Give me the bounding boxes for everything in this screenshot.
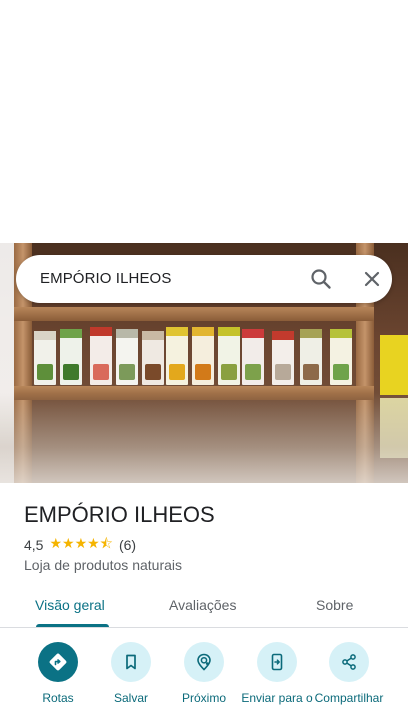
product-box xyxy=(272,331,294,385)
close-icon[interactable] xyxy=(360,267,384,291)
search-bar[interactable]: EMPÓRIO ILHEOS xyxy=(16,255,392,303)
save-label: Salvar xyxy=(113,691,148,705)
nearby-icon[interactable] xyxy=(184,642,224,682)
share-icon[interactable] xyxy=(329,642,369,682)
place-name: EMPÓRIO ILHEOS xyxy=(24,502,215,527)
product-box xyxy=(142,331,164,385)
rating-value: 4,5 xyxy=(24,537,44,553)
product-box xyxy=(330,329,352,385)
shelf-plank xyxy=(14,307,374,321)
share-button[interactable]: Compartilhar xyxy=(309,642,389,705)
directions-button[interactable]: Rotas xyxy=(18,642,98,705)
product-box xyxy=(242,329,264,385)
send-to-phone-button[interactable]: Enviar para o xyxy=(237,642,317,705)
save-button[interactable]: Salvar xyxy=(91,642,171,705)
search-icon[interactable] xyxy=(309,267,333,291)
nearby-label: Próximo xyxy=(181,691,226,705)
product-box xyxy=(218,327,240,385)
product-box xyxy=(166,327,188,385)
tab-active-indicator xyxy=(36,624,109,627)
product-box xyxy=(90,327,112,385)
product-box xyxy=(192,327,214,385)
tab-overview[interactable]: Visão geral xyxy=(35,597,105,613)
product-box xyxy=(300,329,322,385)
yellow-box xyxy=(380,335,408,395)
tab-bar: Visão geral Avaliações Sobre xyxy=(0,585,408,628)
tab-about[interactable]: Sobre xyxy=(316,597,353,613)
tab-reviews[interactable]: Avaliações xyxy=(169,597,236,613)
place-category[interactable]: Loja de produtos naturais xyxy=(24,557,182,573)
rating-stars: ★★★★⯪ xyxy=(49,535,113,551)
directions-label: Rotas xyxy=(42,691,74,705)
send-to-phone-icon[interactable] xyxy=(257,642,297,682)
product-box xyxy=(60,329,82,385)
directions-icon[interactable] xyxy=(38,642,78,682)
search-query[interactable]: EMPÓRIO ILHEOS xyxy=(40,270,171,287)
rating-row[interactable]: 4,5 ★★★★⯪ (6) xyxy=(24,535,136,553)
product-box xyxy=(116,329,138,385)
nearby-button[interactable]: Próximo xyxy=(164,642,244,705)
review-count[interactable]: (6) xyxy=(119,537,136,553)
bookmark-icon[interactable] xyxy=(111,642,151,682)
product-box xyxy=(34,331,56,385)
share-label: Compartilhar xyxy=(314,691,384,705)
photo-fade xyxy=(0,393,408,483)
send-to-phone-label: Enviar para o xyxy=(241,691,313,705)
